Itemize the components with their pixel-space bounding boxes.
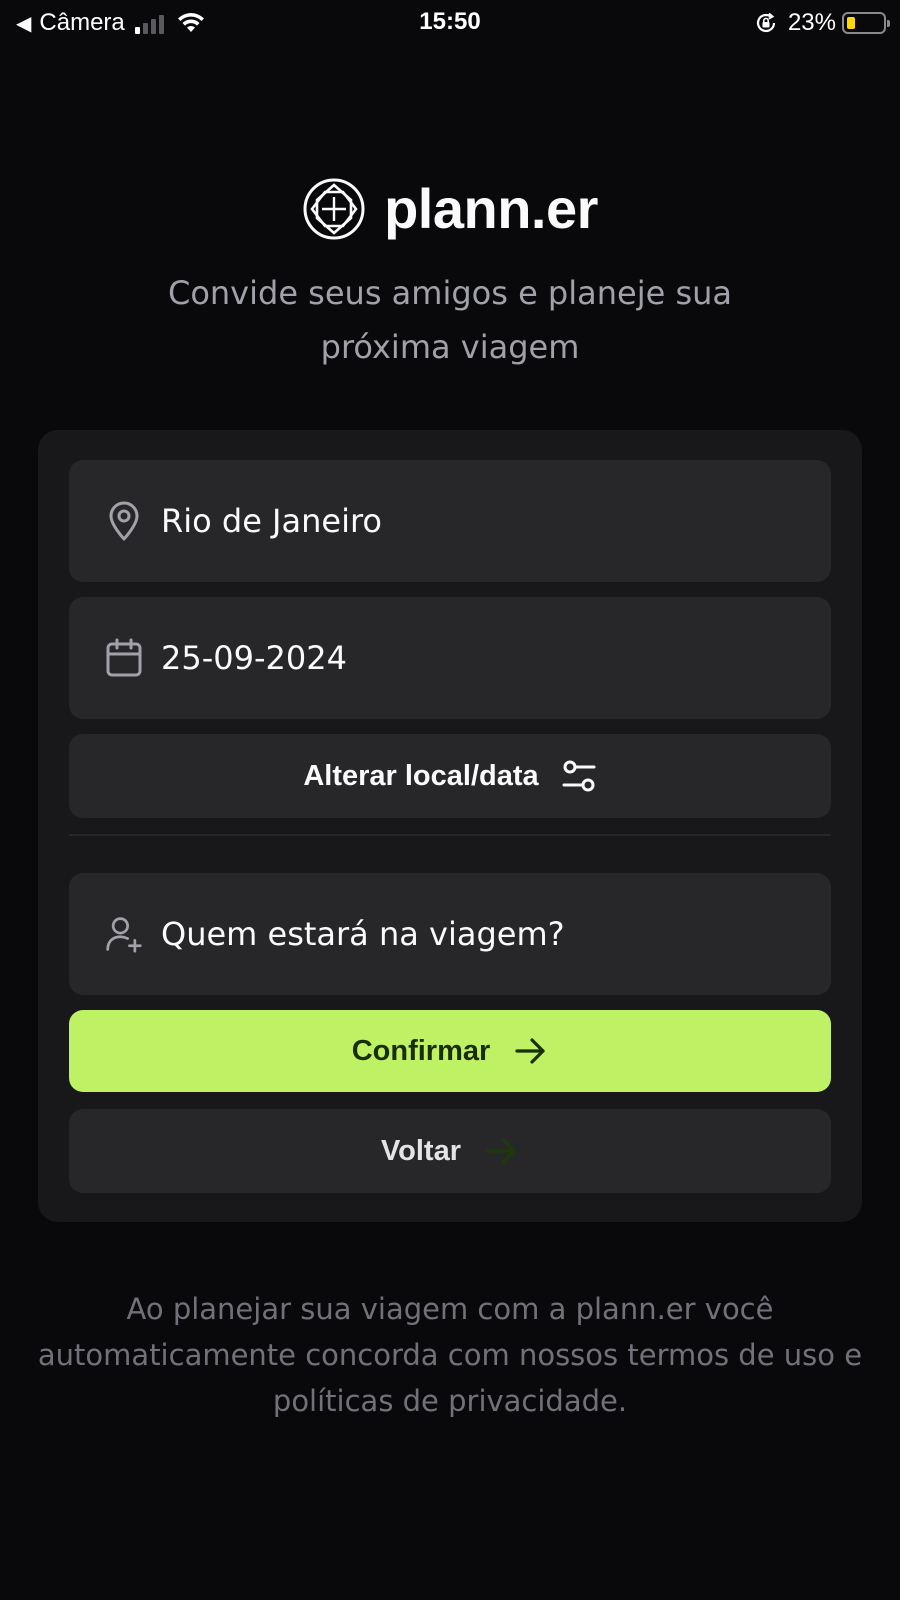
tagline-line-2: próxima viagem <box>320 328 580 366</box>
settings-sliders-icon <box>562 760 596 792</box>
change-location-date-button[interactable]: Alterar local/data <box>69 734 831 818</box>
screen: ◀ Câmera 15:50 23% plann.er Convide seus… <box>0 0 900 1600</box>
terms-line-3[interactable]: políticas de privacidade. <box>30 1378 870 1424</box>
calendar-icon <box>105 637 143 679</box>
location-field[interactable]: Rio de Janeiro <box>69 460 831 582</box>
status-bar: ◀ Câmera 15:50 23% <box>0 0 900 46</box>
terms-notice: Ao planejar sua viagem com a plann.er vo… <box>30 1286 870 1424</box>
battery-nub <box>887 20 890 27</box>
status-bar-right: 23% <box>754 8 890 38</box>
arrow-right-icon <box>486 1138 516 1164</box>
rotation-lock-icon <box>756 12 776 33</box>
date-field[interactable]: 25-09-2024 <box>69 597 831 719</box>
divider <box>69 834 831 836</box>
logo-icon <box>303 178 365 239</box>
back-button[interactable]: Voltar <box>69 1109 831 1193</box>
tagline: Convide seus amigos e planeje sua próxim… <box>150 266 750 374</box>
change-location-date-label: Alterar local/data <box>303 759 539 792</box>
confirm-label: Confirmar <box>351 1034 491 1067</box>
terms-line-2[interactable]: automaticamente concorda com nossos term… <box>30 1332 870 1378</box>
back-label: Voltar <box>380 1134 462 1167</box>
location-value: Rio de Janeiro <box>161 502 382 540</box>
guests-placeholder: Quem estará na viagem? <box>161 915 565 953</box>
date-value: 25-09-2024 <box>161 639 347 677</box>
map-pin-icon <box>105 500 143 542</box>
user-plus-icon <box>105 913 143 955</box>
arrow-right-icon <box>515 1038 545 1064</box>
battery-percentage: 23% <box>787 9 836 36</box>
battery-icon <box>842 12 890 34</box>
terms-line-1: Ao planejar sua viagem com a plann.er vo… <box>126 1292 774 1326</box>
confirm-button[interactable]: Confirmar <box>69 1010 831 1092</box>
tagline-line-1: Convide seus amigos e planeje sua <box>167 274 733 312</box>
battery-level <box>847 17 855 29</box>
guests-field[interactable]: Quem estará na viagem? <box>69 873 831 995</box>
brand-header: plann.er <box>0 176 900 241</box>
trip-form-card: Rio de Janeiro 25-09-2024 Alterar local/… <box>38 430 862 1222</box>
brand-name: plann.er <box>384 177 598 240</box>
